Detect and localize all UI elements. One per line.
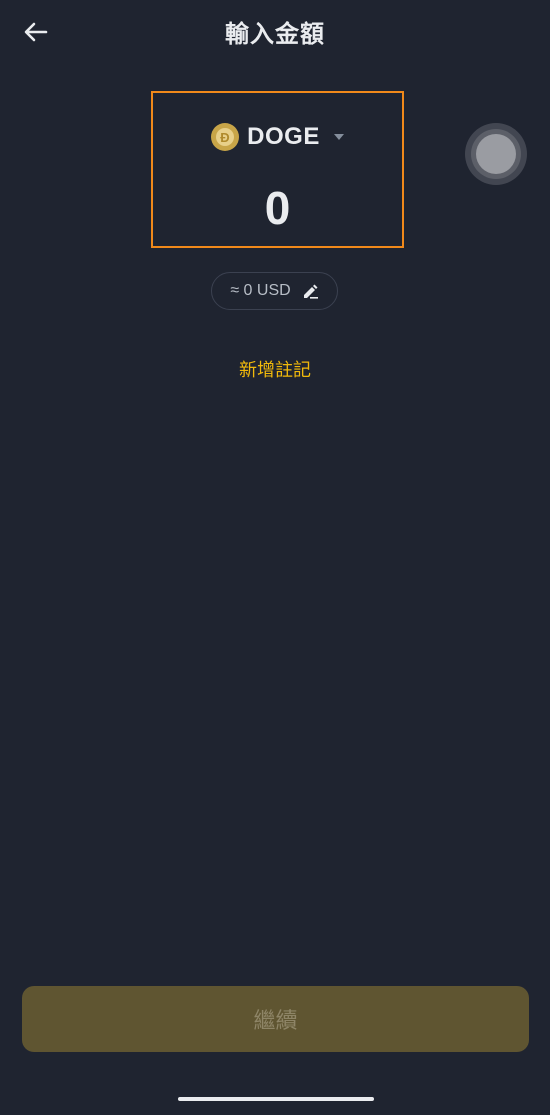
coin-symbol: DOGE	[247, 123, 320, 150]
add-note-link[interactable]: 新增註記	[0, 356, 550, 382]
usd-conversion-text: ≈ 0 USD	[230, 282, 291, 299]
send-amount-screen: 輸入金額 Ð DOGE 0 ≈ 0 USD 新增註記 繼續	[0, 0, 550, 1115]
pencil-edit-icon	[301, 283, 319, 299]
amount-value: 0	[264, 182, 291, 234]
home-indicator	[178, 1097, 374, 1101]
usd-conversion-pill[interactable]: ≈ 0 USD	[211, 272, 338, 310]
continue-button[interactable]: 繼續	[22, 986, 529, 1052]
assistive-touch-icon	[476, 134, 516, 174]
doge-coin-icon: Ð	[211, 123, 240, 151]
header: 輸入金額	[0, 0, 550, 64]
amount-input-box[interactable]: Ð DOGE 0	[151, 91, 404, 248]
coin-selector[interactable]: Ð DOGE	[153, 123, 402, 151]
page-title: 輸入金額	[225, 20, 325, 48]
svg-text:Ð: Ð	[220, 130, 229, 145]
floating-assistive-button[interactable]	[465, 123, 527, 185]
chevron-down-icon	[333, 134, 344, 140]
